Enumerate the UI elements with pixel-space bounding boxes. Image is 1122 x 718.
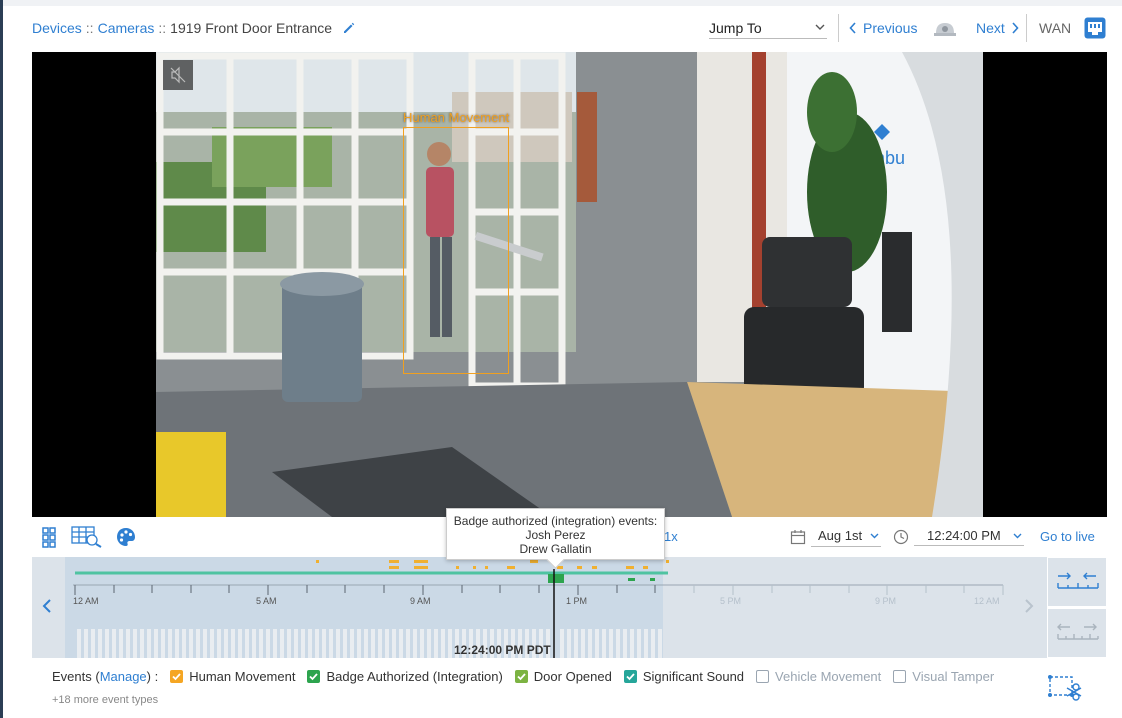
zoom-in-icon xyxy=(1057,572,1099,589)
timeline[interactable]: 12 AM 5 AM 9 AM 1 PM 5 PM 9 PM 12 AM 12:… xyxy=(32,557,1107,658)
tick-label: 5 PM xyxy=(720,596,742,606)
checkbox-unchecked[interactable] xyxy=(756,670,770,683)
divider xyxy=(1026,14,1027,42)
event-filter-human-movement[interactable]: Human Movement xyxy=(170,669,295,684)
event-filter-label: Human Movement xyxy=(189,669,296,684)
video-frame: hombu xyxy=(156,52,983,517)
tick-label: 5 AM xyxy=(256,596,277,606)
clip-scissors-icon[interactable] xyxy=(1047,674,1083,702)
event-filter-label: Vehicle Movement xyxy=(775,669,882,684)
event-filter-significant-sound[interactable]: Significant Sound xyxy=(623,669,745,684)
palette-icon[interactable] xyxy=(115,526,137,548)
ethernet-icon[interactable] xyxy=(1084,17,1106,39)
tick-label: 1 PM xyxy=(566,596,588,606)
detection-label: Human Movement xyxy=(403,110,510,125)
event-markers xyxy=(316,560,669,581)
speaker-muted-icon xyxy=(170,66,186,84)
events-prefix: Events ( xyxy=(52,669,100,684)
timeline-track xyxy=(73,560,1004,658)
tick-label: 12 AM xyxy=(974,596,1000,606)
jump-to-select[interactable]: Jump To xyxy=(709,20,827,39)
grid-view-icon[interactable] xyxy=(41,526,63,548)
event-tooltip: Badge authorized (integration) events: J… xyxy=(446,508,665,569)
camera-video-feed[interactable]: hombu Human Movement xyxy=(32,52,1107,517)
date-select[interactable]: Aug 1st xyxy=(811,528,881,547)
previous-label: Previous xyxy=(863,20,918,36)
breadcrumb: Devices :: Cameras :: 1919 Front Door En… xyxy=(32,20,356,36)
breadcrumb-separator: :: xyxy=(85,20,94,36)
breadcrumb-devices[interactable]: Devices xyxy=(32,20,82,36)
clock-icon xyxy=(893,529,909,545)
edit-pencil-icon[interactable] xyxy=(342,21,356,35)
checkmark-icon xyxy=(517,673,526,681)
chevron-down-icon xyxy=(815,24,825,30)
divider xyxy=(838,14,839,42)
checkbox-checked[interactable] xyxy=(623,670,637,683)
next-camera-button[interactable]: Next xyxy=(976,20,1019,36)
connection-type: WAN xyxy=(1039,20,1072,36)
tick-label: 12 AM xyxy=(73,596,99,606)
detection-bounding-box xyxy=(403,127,509,374)
time-select[interactable]: 12:24:00 PM xyxy=(914,528,1024,546)
time-value: 12:24:00 PM xyxy=(927,528,1001,543)
zoom-out-button[interactable] xyxy=(1048,609,1106,657)
tick-label: 9 PM xyxy=(875,596,897,606)
date-value: Aug 1st xyxy=(818,528,863,543)
playhead-time: 12:24:00 PM PDT xyxy=(454,643,551,657)
next-label: Next xyxy=(976,20,1005,36)
camera-name: 1919 Front Door Entrance xyxy=(170,20,333,36)
event-filters: Events (Manage) : Human Movement Badge A… xyxy=(52,669,994,684)
checkmark-icon xyxy=(309,673,319,681)
jump-to-label: Jump To xyxy=(709,20,762,36)
event-filter-vehicle-movement[interactable]: Vehicle Movement xyxy=(756,669,881,684)
chevron-down-icon xyxy=(1013,533,1022,539)
event-filter-door-opened[interactable]: Door Opened xyxy=(514,669,612,684)
breadcrumb-separator: :: xyxy=(158,20,167,36)
more-event-types-link[interactable]: +18 more event types xyxy=(52,694,158,706)
checkbox-checked[interactable] xyxy=(307,670,321,683)
tick-label: 9 AM xyxy=(410,596,431,606)
checkbox-checked[interactable] xyxy=(170,670,184,683)
left-sidebar-strip xyxy=(0,0,3,718)
breadcrumb-cameras[interactable]: Cameras xyxy=(98,20,155,36)
event-filter-label: Door Opened xyxy=(533,669,612,684)
mute-audio-button[interactable] xyxy=(163,60,193,90)
event-filter-label: Badge Authorized (Integration) xyxy=(326,669,503,684)
zoom-grid-icon[interactable] xyxy=(71,526,103,548)
event-filter-visual-tamper[interactable]: Visual Tamper xyxy=(893,669,994,684)
event-filter-label: Visual Tamper xyxy=(912,669,995,684)
zoom-out-icon xyxy=(1057,623,1099,640)
dome-camera-icon xyxy=(934,23,956,36)
previous-camera-button[interactable]: Previous xyxy=(849,20,917,36)
checkbox-checked[interactable] xyxy=(514,670,528,683)
tooltip-title: Badge authorized (integration) events: xyxy=(453,514,658,528)
event-filter-label: Significant Sound xyxy=(642,669,745,684)
playback-speed[interactable]: 1x xyxy=(664,529,678,544)
chevron-right-icon xyxy=(1012,22,1019,34)
events-label: Events (Manage) : xyxy=(52,669,158,684)
events-suffix: ) : xyxy=(146,669,159,684)
checkmark-icon xyxy=(172,673,181,681)
chevron-left-icon xyxy=(849,22,856,34)
timeline-zoom-panel xyxy=(1047,557,1107,658)
zoom-in-button[interactable] xyxy=(1048,558,1106,606)
go-to-live-link[interactable]: Go to live xyxy=(1040,529,1095,544)
calendar-icon xyxy=(790,530,806,545)
chevron-down-icon xyxy=(870,533,879,539)
manage-events-link[interactable]: Manage xyxy=(100,669,147,684)
event-filter-badge-authorized[interactable]: Badge Authorized (Integration) xyxy=(307,669,503,684)
checkmark-icon xyxy=(626,673,635,681)
checkbox-unchecked[interactable] xyxy=(893,670,907,683)
camera-header: Devices :: Cameras :: 1919 Front Door En… xyxy=(0,6,1122,52)
tooltip-name: Josh Perez xyxy=(525,528,586,542)
